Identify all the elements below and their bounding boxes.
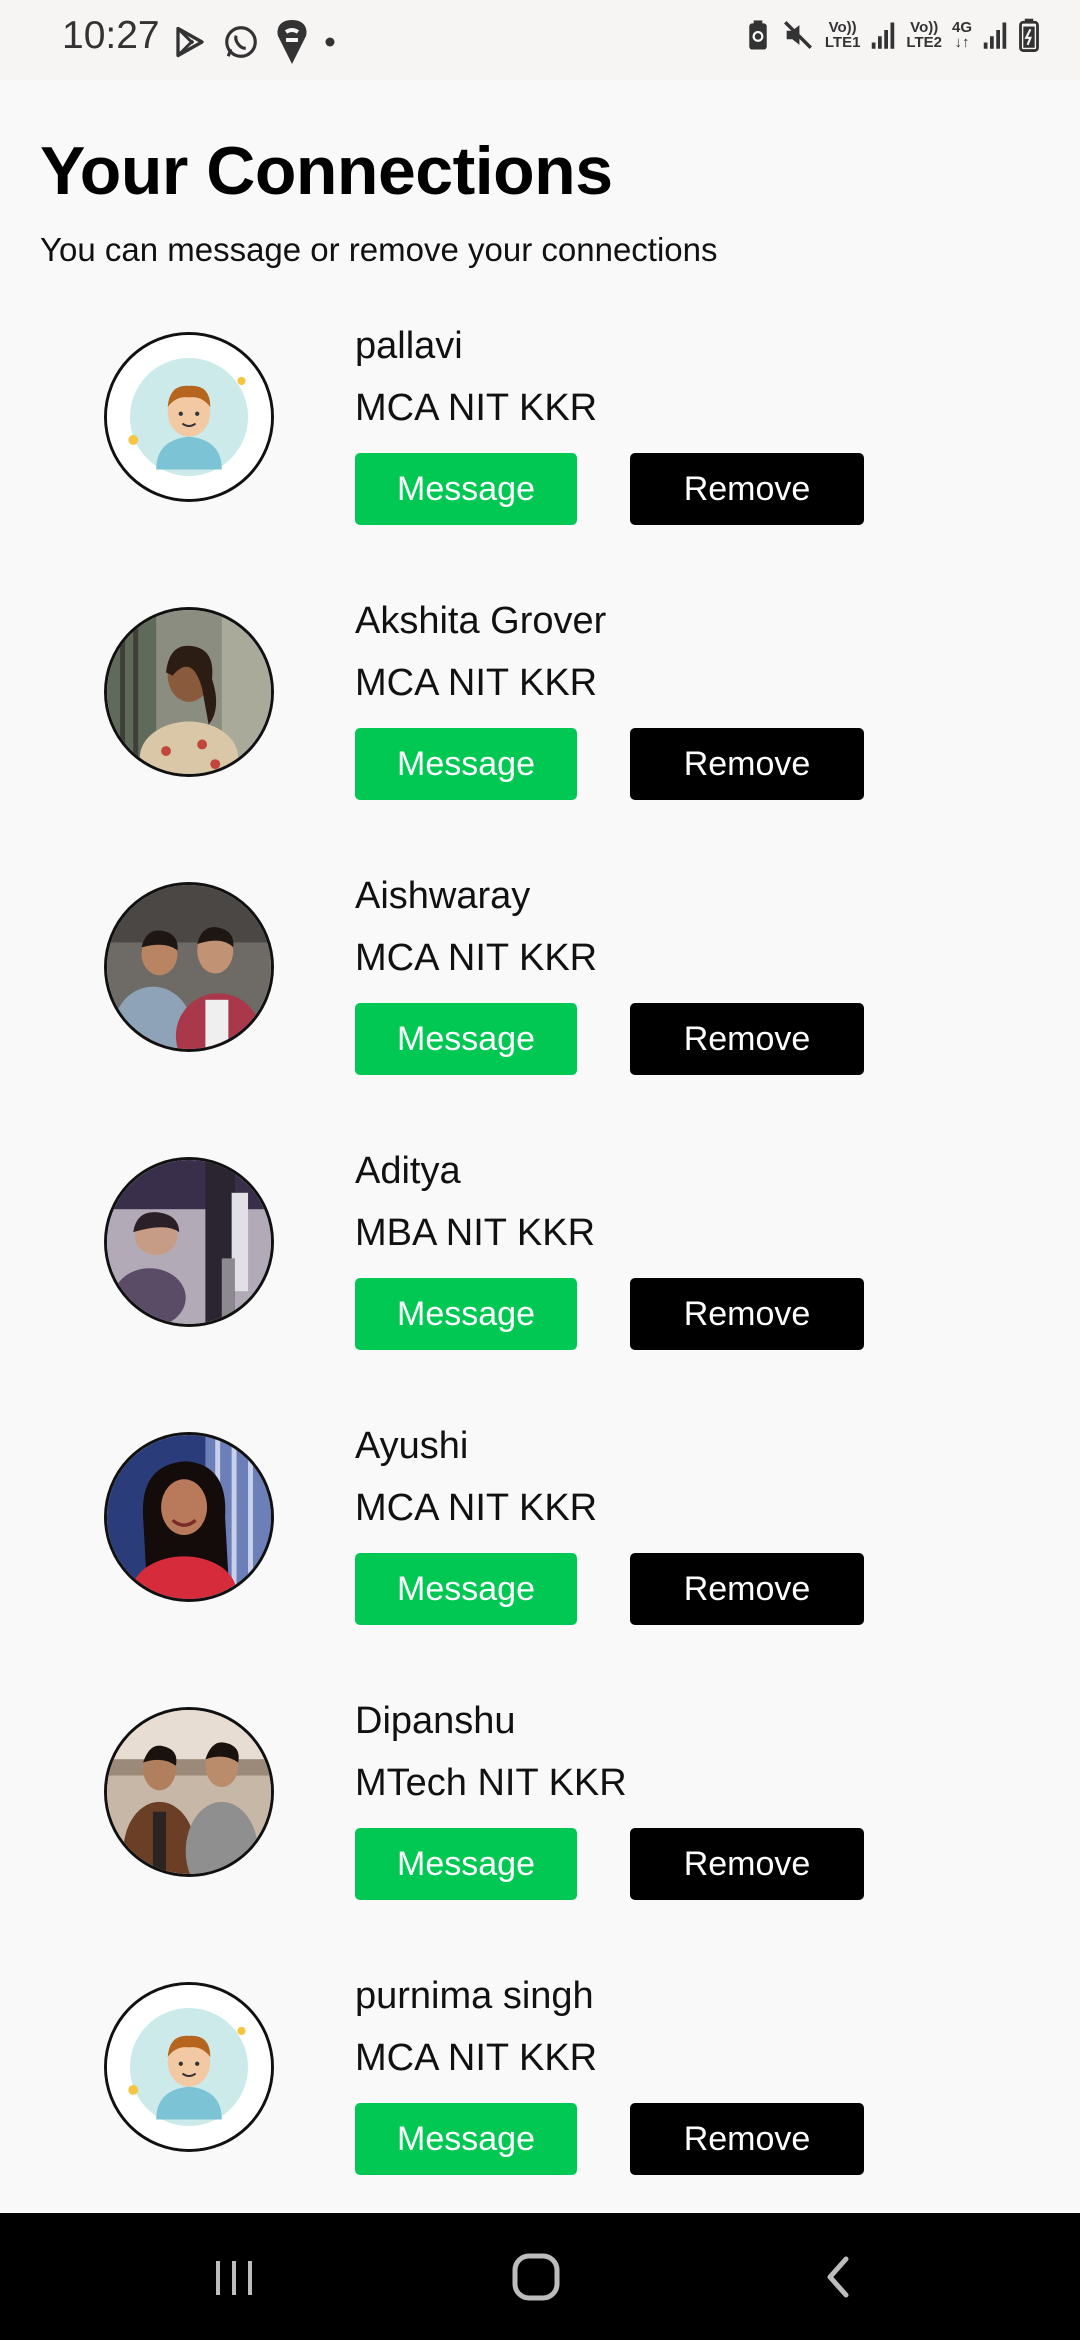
connection-name: purnima singh — [355, 1975, 594, 2017]
connection-detail: MCA NIT KKR — [355, 937, 598, 979]
message-button[interactable]: Message — [355, 453, 577, 525]
connection-name: Ayushi — [355, 1425, 469, 1467]
connection-detail: MCA NIT KKR — [355, 1487, 598, 1529]
default-avatar-icon — [107, 1985, 271, 2149]
page-subtitle: You can message or remove your connectio… — [40, 231, 718, 268]
connection-item: Ayushi MCA NIT KKR Message Remove — [0, 1425, 1080, 1700]
avatar[interactable] — [104, 1157, 274, 1327]
home-button[interactable] — [456, 2213, 616, 2340]
profile-photo — [107, 1710, 271, 1874]
default-avatar-icon — [107, 335, 271, 499]
status-bar: 10:27 Vo)) LTE1 Vo)) LTE2 4G ↓↑ — [0, 0, 1080, 80]
connection-item: Aditya MBA NIT KKR Message Remove — [0, 1150, 1080, 1425]
profile-photo — [107, 1160, 271, 1324]
connection-detail: MCA NIT KKR — [355, 662, 598, 704]
home-icon — [512, 2253, 560, 2300]
avatar[interactable] — [104, 1432, 274, 1602]
remove-button[interactable]: Remove — [630, 1828, 864, 1900]
connection-item: pallavi MCA NIT KKR Message Remove — [0, 325, 1080, 600]
signal-icon — [982, 20, 1008, 50]
back-icon — [827, 2256, 849, 2297]
avatar[interactable] — [104, 1707, 274, 1877]
connection-name: Dipanshu — [355, 1700, 516, 1742]
avatar[interactable] — [104, 882, 274, 1052]
recents-icon — [216, 2260, 252, 2295]
network-type-icon: 4G ↓↑ — [951, 19, 972, 51]
connection-detail: MCA NIT KKR — [355, 2037, 598, 2079]
message-button[interactable]: Message — [355, 1553, 577, 1625]
avatar[interactable] — [104, 332, 274, 502]
profile-photo — [107, 1435, 271, 1599]
message-button[interactable]: Message — [355, 1828, 577, 1900]
remove-button[interactable]: Remove — [630, 453, 864, 525]
connection-name: pallavi — [355, 325, 463, 367]
notification-dot-icon — [324, 36, 336, 48]
back-button[interactable] — [758, 2213, 918, 2340]
connection-list: pallavi MCA NIT KKR Message Remove Akshi… — [0, 325, 1080, 2250]
connection-item: Aishwaray MCA NIT KKR Message Remove — [0, 875, 1080, 1150]
recents-button[interactable] — [154, 2213, 314, 2340]
connection-detail: MCA NIT KKR — [355, 387, 598, 429]
remove-button[interactable]: Remove — [630, 1278, 864, 1350]
signal-icon — [870, 20, 896, 50]
navigation-bar — [0, 2213, 1080, 2340]
remove-button[interactable]: Remove — [630, 1553, 864, 1625]
remove-button[interactable]: Remove — [630, 728, 864, 800]
connection-name: Aishwaray — [355, 875, 531, 917]
connection-item: Dipanshu MTech NIT KKR Message Remove — [0, 1700, 1080, 1975]
message-button[interactable]: Message — [355, 1003, 577, 1075]
connection-detail: MBA NIT KKR — [355, 1212, 596, 1254]
connection-item: Akshita Grover MCA NIT KKR Message Remov… — [0, 600, 1080, 875]
connection-item: purnima singh MCA NIT KKR Message Remove — [0, 1975, 1080, 2250]
message-button[interactable]: Message — [355, 1278, 577, 1350]
mute-icon — [781, 18, 815, 52]
connection-name: Aditya — [355, 1150, 461, 1192]
profile-photo — [107, 610, 271, 774]
connection-name: Akshita Grover — [355, 600, 607, 642]
remove-button[interactable]: Remove — [630, 1003, 864, 1075]
swiggy-icon — [274, 18, 310, 66]
status-time: 10:27 — [62, 14, 160, 57]
page-title: Your Connections — [40, 133, 613, 209]
avatar[interactable] — [104, 1982, 274, 2152]
message-button[interactable]: Message — [355, 728, 577, 800]
message-button[interactable]: Message — [355, 2103, 577, 2175]
sim1-volte-icon: Vo)) LTE1 — [824, 19, 861, 51]
sim2-volte-icon: Vo)) LTE2 — [906, 19, 942, 51]
battery-saver-icon — [745, 19, 771, 51]
avatar[interactable] — [104, 607, 274, 777]
play-store-icon — [172, 24, 208, 60]
profile-photo — [107, 885, 271, 1049]
remove-button[interactable]: Remove — [630, 2103, 864, 2175]
whatsapp-icon — [222, 23, 260, 61]
battery-icon — [1018, 18, 1040, 52]
connection-detail: MTech NIT KKR — [355, 1762, 627, 1804]
